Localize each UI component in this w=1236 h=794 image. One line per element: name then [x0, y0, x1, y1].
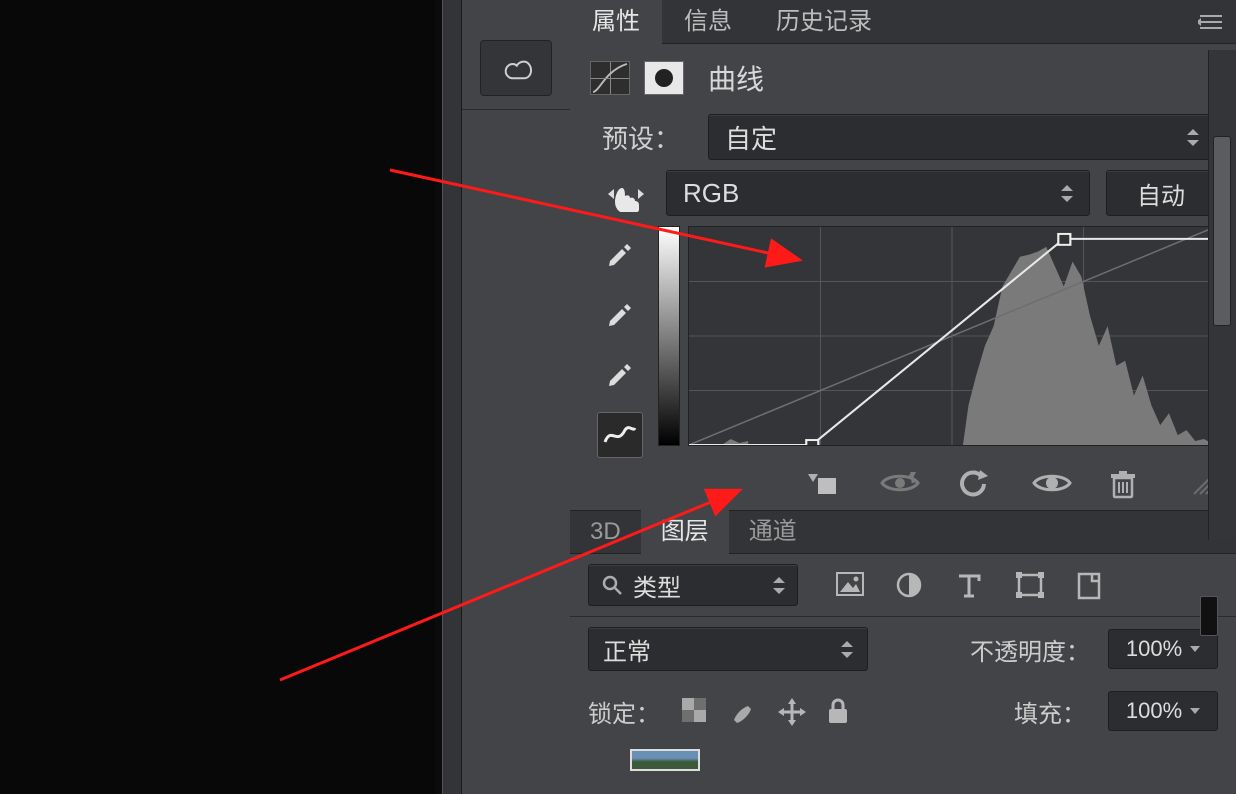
channel-dropdown[interactable]: RGB: [666, 170, 1090, 216]
targeted-adjust-icon[interactable]: [602, 173, 650, 213]
visibility-icon[interactable]: [1032, 470, 1066, 500]
lock-position-icon[interactable]: [778, 698, 804, 724]
curve-edit-icon[interactable]: [597, 412, 643, 458]
preset-dropdown[interactable]: 自定: [708, 114, 1216, 160]
adjustment-actions: [570, 462, 1236, 510]
filter-smart-icon[interactable]: [1076, 572, 1106, 598]
opacity-label[interactable]: 不透明度：: [970, 632, 1090, 667]
layer-list[interactable]: [570, 741, 1236, 779]
preset-value: 自定: [725, 119, 777, 156]
layer-filter-row: 类型: [570, 554, 1236, 617]
properties-panel: 属性 信息 历史记录 曲线 预设： 自定 RGB 自动: [570, 0, 1236, 794]
view-previous-icon[interactable]: [880, 470, 914, 500]
tab-properties[interactable]: 属性: [570, 0, 662, 44]
creative-cloud-button[interactable]: [480, 40, 552, 96]
collapsed-panel-strip: [462, 0, 570, 794]
filter-text-icon[interactable]: [956, 572, 986, 598]
lock-all-icon[interactable]: [826, 698, 852, 724]
curves-adjustment-icon[interactable]: [590, 61, 630, 95]
lock-pixels-icon[interactable]: [730, 698, 756, 724]
layer-mask-icon[interactable]: [644, 61, 684, 95]
curve-graph[interactable]: [688, 226, 1216, 446]
panel-menu-icon[interactable]: [1198, 13, 1226, 31]
filter-toggle-switch[interactable]: [1200, 596, 1218, 636]
tab-channels[interactable]: 通道: [729, 510, 817, 554]
layers-panel-tabs: 3D 图层 通道: [570, 510, 1236, 554]
blend-row: 正常 不透明度： 100%: [570, 617, 1236, 681]
clip-to-layer-icon[interactable]: [804, 470, 838, 500]
fill-value[interactable]: 100%: [1108, 691, 1218, 731]
blend-mode-dropdown[interactable]: 正常: [588, 627, 868, 671]
layer-thumbnail[interactable]: [630, 749, 700, 771]
document-canvas[interactable]: [0, 0, 435, 794]
preset-label: 预设：: [602, 119, 692, 156]
canvas-area: [0, 0, 442, 794]
adjustment-title: 曲线: [708, 58, 764, 98]
lock-row: 锁定： 填充： 100%: [570, 681, 1236, 741]
fill-label[interactable]: 填充：: [1014, 694, 1086, 729]
preset-row: 预设： 自定: [570, 108, 1236, 166]
channel-value: RGB: [683, 178, 739, 209]
tab-info[interactable]: 信息: [662, 0, 754, 44]
lock-transparency-icon[interactable]: [682, 698, 708, 724]
tab-3d[interactable]: 3D: [570, 510, 641, 554]
reset-icon[interactable]: [956, 470, 990, 500]
curves-tool-column: [590, 226, 650, 458]
eyedropper-black-icon[interactable]: [597, 232, 643, 278]
adjustment-header: 曲线: [570, 44, 1236, 108]
lock-label: 锁定：: [588, 694, 660, 729]
panel-divider[interactable]: [442, 0, 462, 794]
channel-row: RGB 自动: [570, 166, 1236, 220]
filter-adjust-icon[interactable]: [896, 572, 926, 598]
filter-type-label: 类型: [633, 568, 681, 603]
scrollbar-thumb[interactable]: [1213, 136, 1231, 326]
eyedropper-white-icon[interactable]: [597, 352, 643, 398]
trash-icon[interactable]: [1108, 470, 1142, 500]
panel-tabs: 属性 信息 历史记录: [570, 0, 1236, 44]
blend-mode-value: 正常: [603, 632, 651, 667]
curves-area: [570, 220, 1236, 462]
filter-pixel-icon[interactable]: [836, 572, 866, 598]
panel-scrollbar[interactable]: [1208, 50, 1236, 540]
output-gradient[interactable]: [658, 226, 680, 446]
filter-type-dropdown[interactable]: 类型: [588, 564, 798, 606]
auto-button[interactable]: 自动: [1106, 170, 1216, 216]
filter-shape-icon[interactable]: [1016, 572, 1046, 598]
tab-history[interactable]: 历史记录: [754, 0, 894, 44]
tab-layers[interactable]: 图层: [641, 510, 729, 554]
eyedropper-gray-icon[interactable]: [597, 292, 643, 338]
